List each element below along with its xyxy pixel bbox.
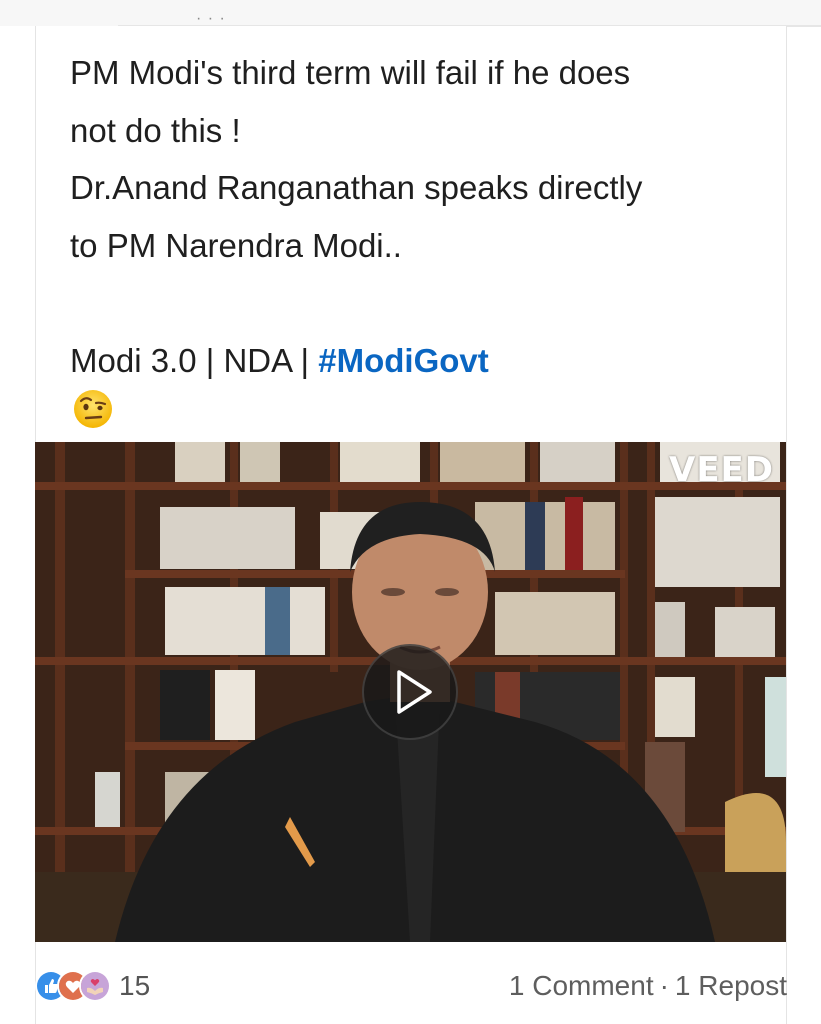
video-watermark: VEED <box>669 450 774 490</box>
video-player[interactable]: VEED <box>35 442 786 942</box>
social-actions-bar: 15 1 Comment · 1 Repost <box>35 958 787 1014</box>
reactions-summary[interactable]: 15 <box>35 968 150 1004</box>
separator-dot: · <box>659 970 669 1001</box>
reaction-count: 15 <box>119 970 151 1001</box>
post-body: PM Modi's third term will fail if he doe… <box>70 44 760 389</box>
support-icon <box>79 970 111 1002</box>
comments-count-link[interactable]: 1 Comment <box>509 970 654 1001</box>
post-text-line: PM Modi's third term will fail if he doe… <box>70 54 631 91</box>
face-with-raised-eyebrow-emoji <box>74 390 112 428</box>
feed-page: · · · PM Modi's third term will fail if … <box>0 0 821 1024</box>
post-text-line: to PM Narendra Modi.. <box>70 226 402 264</box>
play-icon <box>397 670 432 714</box>
previous-post-edge <box>0 0 821 26</box>
post-tags-line: Modi 3.0 | NDA | #ModiGovt <box>70 332 760 390</box>
truncated-text-stub: · · · <box>196 10 226 27</box>
hashtag-link[interactable]: #ModiGovt <box>318 342 489 379</box>
post-tags: Modi 3.0 | NDA | <box>70 341 319 379</box>
play-button[interactable] <box>362 644 458 740</box>
post-text-line: not do this ! <box>70 111 241 149</box>
reposts-count-link[interactable]: 1 Repost <box>675 970 787 1001</box>
post-text-line: Dr.Anand Ranganathan speaks directly <box>70 169 643 206</box>
social-counts: 1 Comment · 1 Repost <box>509 968 787 1004</box>
